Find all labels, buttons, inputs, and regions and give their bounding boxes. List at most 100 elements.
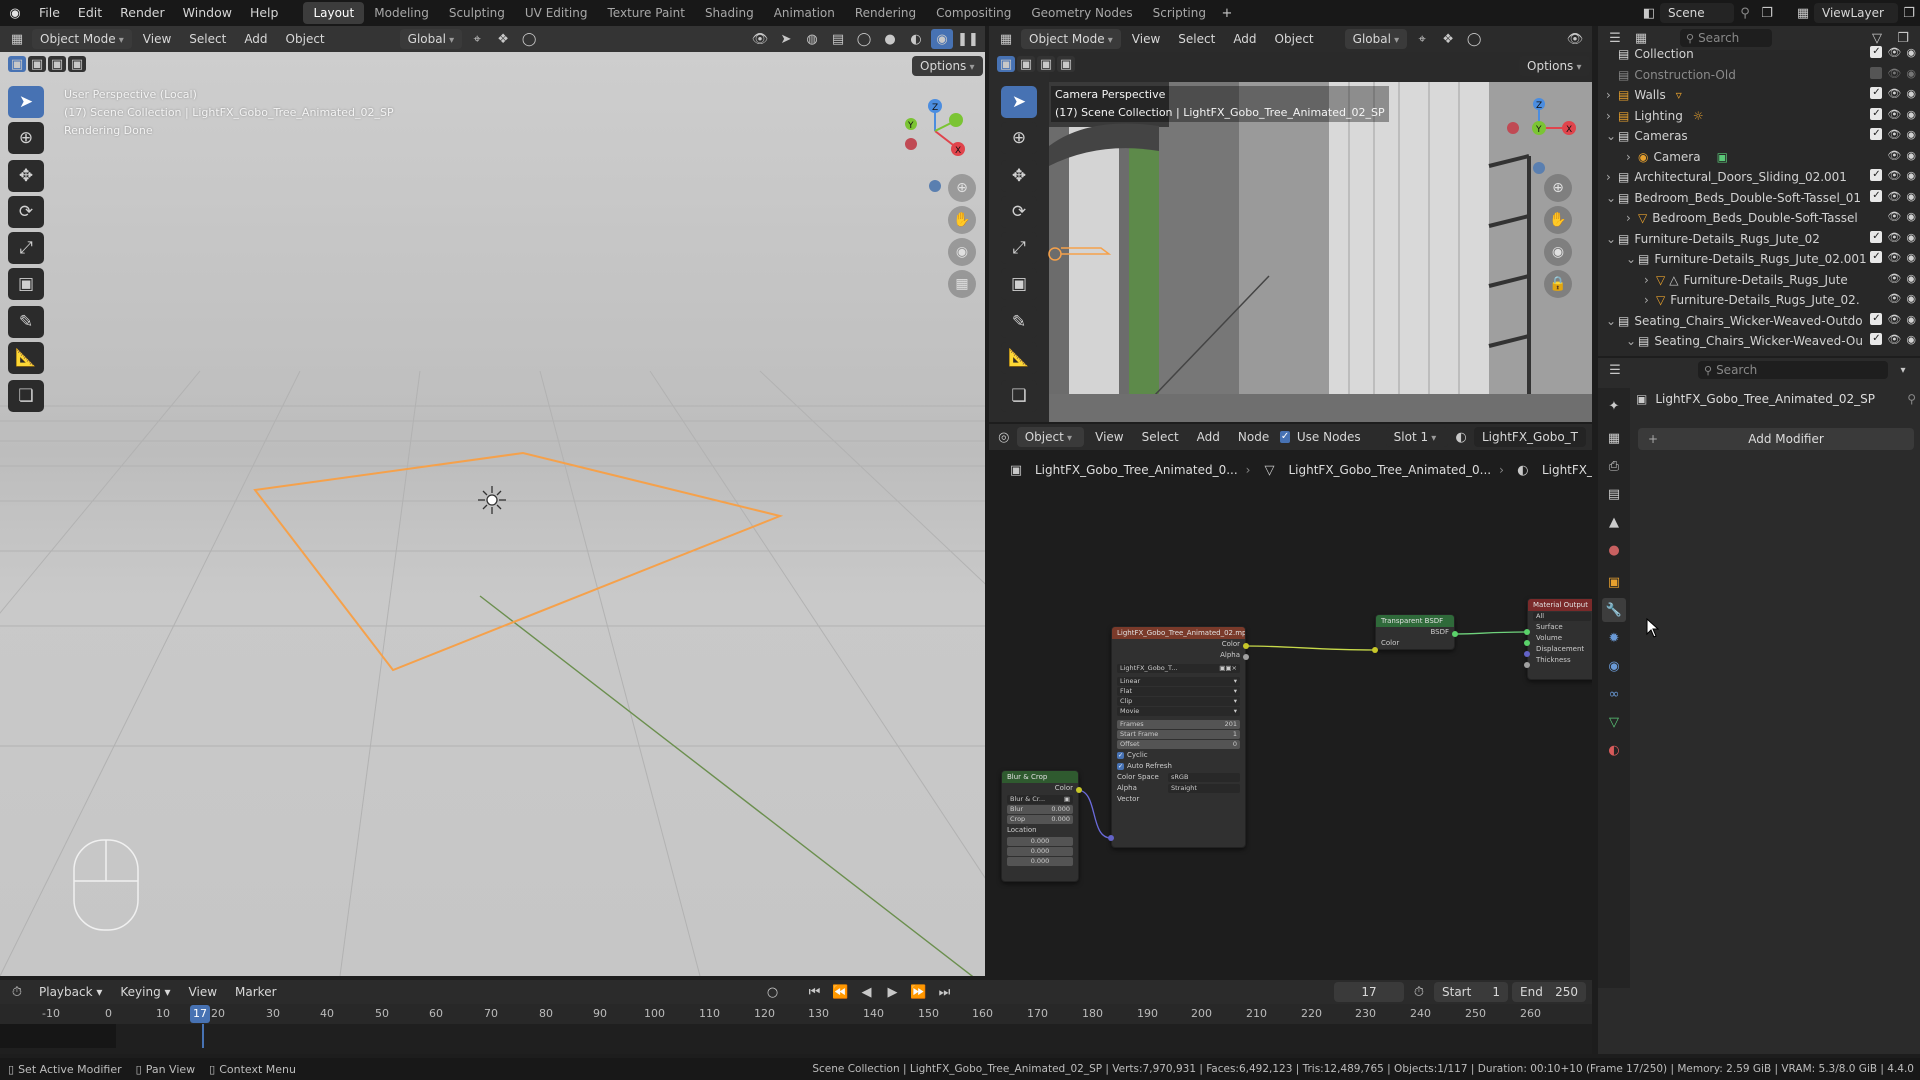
scene-icon[interactable]: ◧ — [1638, 3, 1660, 23]
xray-icon[interactable]: ▤ — [827, 29, 849, 49]
zoom-icon[interactable]: ⊕ — [948, 174, 976, 202]
menu-object[interactable]: Object — [1268, 32, 1321, 46]
cursor-tool[interactable]: ⊕ — [8, 122, 44, 154]
outliner-row[interactable]: › ▽ Bedroom_Beds_Double-Soft-Tassel 👁 ◉ — [1598, 208, 1920, 229]
menu-object[interactable]: Object — [279, 32, 332, 46]
measure-tool[interactable]: 📐 — [1001, 342, 1037, 374]
outliner-row[interactable]: › ▤ Lighting ☼ ✓ 👁 ◉ — [1598, 106, 1920, 127]
blender-logo-icon[interactable]: ◉ — [0, 3, 30, 23]
outliner-row[interactable]: ⌄ ▤ Seating_Chairs_Wicker-Weaved-Outdo ✓ 👁 ◉ — [1598, 311, 1920, 332]
node-editor[interactable]: ◎ Object View Select Add Node ✓ Use Node… — [989, 424, 1592, 976]
projection-select[interactable]: Flat — [1120, 687, 1132, 696]
menu-view[interactable]: View — [182, 985, 224, 999]
expand-arrow-icon[interactable]: ⌄ — [1626, 334, 1638, 348]
transform-orientation[interactable]: Global — [1344, 29, 1408, 49]
tab-rendering[interactable]: Rendering — [845, 2, 926, 24]
render-icon[interactable]: ▦ — [1602, 426, 1626, 450]
editor-type-icon[interactable]: ▦ — [6, 29, 28, 49]
properties-search-input[interactable]: Search — [1716, 363, 1757, 377]
object-props-icon[interactable]: ▣ — [1602, 570, 1626, 594]
add-cube-tool[interactable]: ❏ — [1001, 380, 1037, 412]
chevron-down-icon[interactable]: ▾ — [1892, 360, 1914, 380]
add-cube-tool[interactable]: ❏ — [8, 380, 44, 412]
scale-tool[interactable]: ⤢ — [1001, 232, 1037, 264]
color-space-select[interactable]: sRGB — [1168, 773, 1240, 782]
tab-sculpting[interactable]: Sculpting — [439, 2, 515, 24]
zoom-icon[interactable]: ⊕ — [1544, 174, 1572, 202]
expand-arrow-icon[interactable]: ⌄ — [1606, 129, 1618, 143]
outliner-row[interactable]: ▤ Construction-Old 👁 ◉ — [1598, 65, 1920, 86]
pivot-icon[interactable]: ⌖ — [466, 29, 488, 49]
pan-hand-icon[interactable]: ✋ — [948, 206, 976, 234]
source-select[interactable]: Movie — [1120, 707, 1139, 716]
menu-select[interactable]: Select — [182, 32, 233, 46]
expand-arrow-icon[interactable]: › — [1606, 170, 1618, 184]
editor-type-icon[interactable]: ⏱ — [6, 982, 28, 1002]
menu-help[interactable]: Help — [241, 0, 288, 26]
visibility-icon[interactable]: 👁 — [1564, 29, 1586, 49]
blur-value[interactable]: 0.000 — [1051, 805, 1070, 814]
tab-layout[interactable]: Layout — [303, 2, 365, 24]
menu-window[interactable]: Window — [174, 0, 241, 26]
rendered-shading-icon[interactable]: ◉ — [931, 29, 953, 49]
rotate-tool[interactable]: ⟳ — [1001, 196, 1037, 228]
new-viewlayer-icon[interactable]: ❐ — [1898, 3, 1920, 23]
outliner-row[interactable]: ⌄ ▤ Bedroom_Beds_Double-Soft-Tassel_01 ✓ 👁 ◉ — [1598, 188, 1920, 209]
expand-arrow-icon[interactable]: › — [1626, 150, 1638, 164]
object-data-icon[interactable]: ▽ — [1602, 710, 1626, 734]
menu-file[interactable]: File — [30, 0, 69, 26]
auto-key-icon[interactable]: ○ — [762, 982, 784, 1002]
thickness-socket[interactable] — [1524, 662, 1530, 668]
outliner-row[interactable]: ⌄ ▤ Furniture-Details_Rugs_Jute_02 ✓ 👁 ◉ — [1598, 229, 1920, 250]
material-shading-icon[interactable]: ◐ — [905, 29, 927, 49]
view-layer-icon[interactable]: ▤ — [1602, 482, 1626, 506]
select-subtract-icon[interactable]: ▣ — [48, 56, 66, 72]
play-reverse-icon[interactable]: ◀ — [856, 982, 878, 1002]
move-tool[interactable]: ✥ — [1001, 160, 1037, 192]
preview-range-icon[interactable]: ⏱ — [1408, 982, 1430, 1002]
outliner-search-input[interactable]: Search — [1698, 31, 1739, 45]
tab-animation[interactable]: Animation — [764, 2, 845, 24]
blur-crop-node[interactable]: Blur & Crop Color Blur & Cr... ▣ Blur 0.00… — [1001, 770, 1079, 882]
scene-selector[interactable]: Scene — [1660, 3, 1734, 23]
editor-type-icon[interactable]: ▦ — [995, 29, 1017, 49]
end-frame-field[interactable]: End 250 — [1512, 982, 1586, 1002]
select-box-tool[interactable]: ➤ — [8, 86, 44, 118]
menu-add[interactable]: Add — [1226, 32, 1263, 46]
jump-start-icon[interactable]: ⏮ — [804, 982, 826, 1002]
menu-add[interactable]: Add — [237, 32, 274, 46]
menu-playback[interactable]: Playback ▾ — [32, 985, 109, 999]
outliner-row[interactable]: › ▽ Furniture-Details_Rugs_Jute_02. 👁 ◉ — [1598, 290, 1920, 311]
extension-select[interactable]: Clip — [1120, 697, 1132, 706]
snap-icon[interactable]: ❖ — [492, 29, 514, 49]
tab-uv-editing[interactable]: UV Editing — [515, 2, 598, 24]
lock-camera-icon[interactable]: 🔒 — [1544, 270, 1572, 298]
select-intersect-icon[interactable]: ▣ — [68, 56, 86, 72]
playhead-line[interactable] — [202, 1024, 204, 1048]
measure-tool[interactable]: 📐 — [8, 342, 44, 374]
auto-refresh-checkbox[interactable]: ✓ — [1117, 763, 1124, 770]
frames-value[interactable]: 201 — [1225, 720, 1237, 729]
image-color-socket[interactable] — [1243, 643, 1249, 649]
blur-color-socket[interactable] — [1076, 787, 1082, 793]
expand-arrow-icon[interactable]: › — [1644, 273, 1656, 287]
outliner-row[interactable]: › ▤ Architectural_Doors_Sliding_02.001 ✓ 👁 ◉ — [1598, 167, 1920, 188]
scale-tool[interactable]: ⤢ — [8, 232, 44, 264]
select-new-icon[interactable]: ▣ — [997, 56, 1015, 72]
start-frame-field[interactable]: Start 1 — [1434, 982, 1508, 1002]
cyclic-checkbox[interactable]: ✓ — [1117, 752, 1124, 759]
outliner-row[interactable]: › ▽ △ Furniture-Details_Rugs_Jute 👁 ◉ — [1598, 270, 1920, 291]
select-subtract-icon[interactable]: ▣ — [1037, 56, 1055, 72]
menu-view[interactable]: View — [1125, 32, 1167, 46]
expand-arrow-icon[interactable]: ⌄ — [1606, 232, 1618, 246]
menu-keying[interactable]: Keying ▾ — [113, 985, 177, 999]
jump-end-icon[interactable]: ⏭ — [934, 982, 956, 1002]
options-button[interactable]: Options — [912, 56, 983, 76]
bsdf-color-socket[interactable] — [1372, 647, 1378, 653]
annotate-tool[interactable]: ✎ — [1001, 306, 1037, 338]
image-vector-socket[interactable] — [1108, 835, 1114, 841]
location-z-value[interactable]: 0.000 — [1031, 857, 1050, 866]
pin-icon[interactable]: ⚲ — [1734, 3, 1756, 23]
displacement-socket[interactable] — [1524, 651, 1530, 657]
crop-value[interactable]: 0.000 — [1051, 815, 1070, 824]
